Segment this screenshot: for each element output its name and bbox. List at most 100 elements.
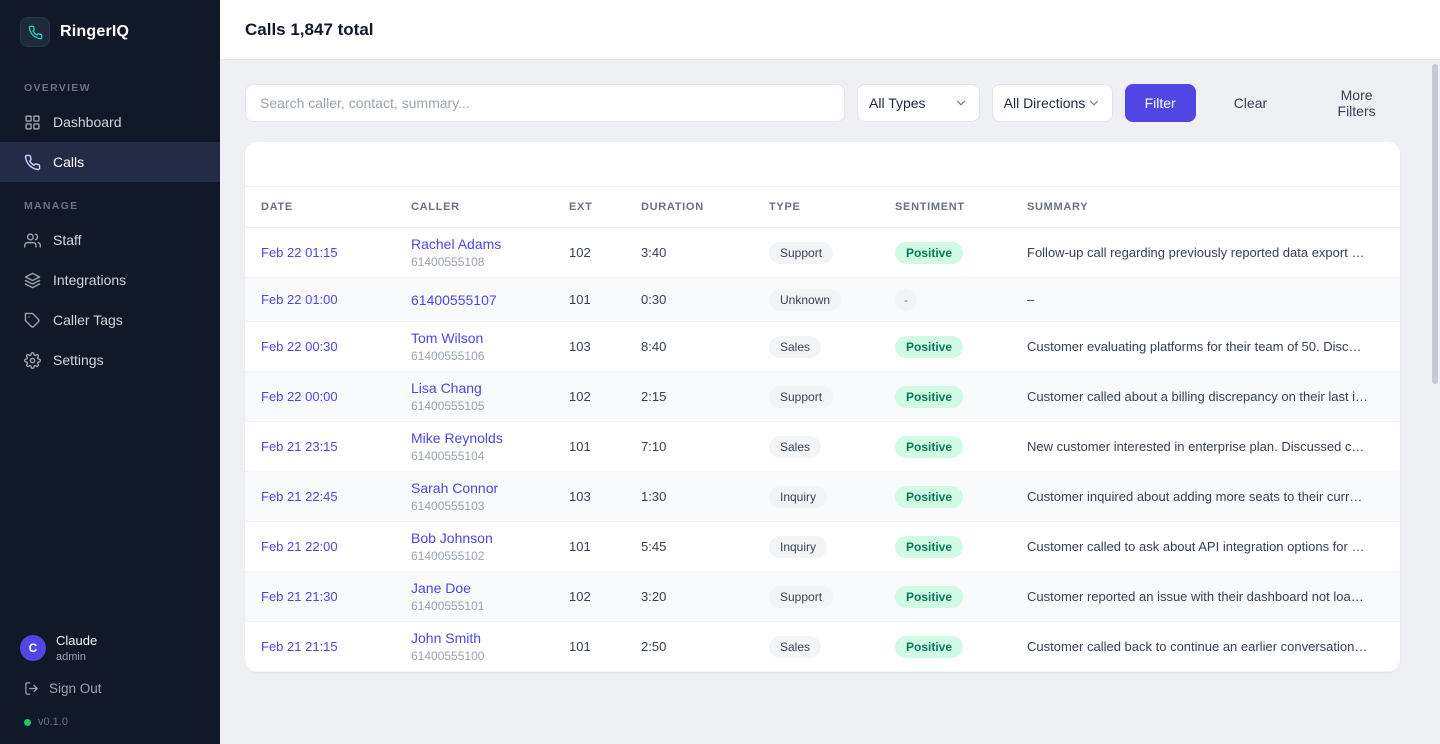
- table-row[interactable]: Feb 21 23:15 Mike Reynolds 61400555104 1…: [245, 422, 1400, 472]
- call-type-badge: Sales: [769, 336, 821, 358]
- caller-link[interactable]: John Smith: [411, 630, 537, 646]
- call-date-cell: Feb 21 23:15: [245, 422, 395, 472]
- chevron-down-icon: [1087, 96, 1101, 110]
- clear-button[interactable]: Clear: [1222, 84, 1279, 122]
- caller-phone: 61400555105: [411, 399, 537, 413]
- call-ext: 103: [553, 472, 625, 522]
- table-toolbar: [245, 142, 1400, 186]
- sidebar-item-settings[interactable]: Settings: [0, 340, 220, 380]
- call-date-link[interactable]: Feb 21 22:45: [261, 489, 338, 504]
- sidebar-item-caller-tags[interactable]: Caller Tags: [0, 300, 220, 340]
- call-date-link[interactable]: Feb 21 21:30: [261, 589, 338, 604]
- sidebar-item-integrations[interactable]: Integrations: [0, 260, 220, 300]
- call-summary: New customer interested in enterprise pl…: [1011, 422, 1400, 472]
- caller-link[interactable]: 61400555107: [411, 292, 537, 308]
- sign-out-button[interactable]: Sign Out: [0, 669, 220, 708]
- caller-phone: 61400555106: [411, 349, 537, 363]
- scrollbar-thumb[interactable]: [1432, 64, 1438, 384]
- caller-phone: 61400555104: [411, 449, 537, 463]
- type-filter-select[interactable]: All Types: [857, 84, 980, 122]
- sign-out-label: Sign Out: [49, 681, 102, 696]
- call-date-link[interactable]: Feb 21 22:00: [261, 539, 338, 554]
- nav-section-overview: OVERVIEW: [0, 64, 220, 102]
- caller-phone: 61400555103: [411, 499, 537, 513]
- app-name: RingerIQ: [60, 23, 129, 41]
- call-sentiment-cell: Positive: [879, 522, 1011, 572]
- call-type-badge: Unknown: [769, 289, 841, 311]
- call-date-link[interactable]: Feb 21 21:15: [261, 639, 338, 654]
- user-profile[interactable]: C Claude admin: [0, 619, 220, 669]
- call-caller-cell: Bob Johnson 61400555102: [395, 522, 553, 572]
- nav-section-manage: MANAGE: [0, 182, 220, 220]
- sentiment-badge: Positive: [895, 586, 963, 608]
- direction-filter-select[interactable]: All Directions: [992, 84, 1113, 122]
- more-filters-button[interactable]: More Filters: [1313, 84, 1400, 122]
- call-type-cell: Sales: [753, 422, 879, 472]
- call-summary: Follow-up call regarding previously repo…: [1011, 228, 1400, 278]
- table-row[interactable]: Feb 21 21:15 John Smith 61400555100 101 …: [245, 622, 1400, 672]
- gear-icon: [24, 352, 41, 369]
- call-date-link[interactable]: Feb 22 00:30: [261, 339, 338, 354]
- chevron-down-icon: [954, 96, 968, 110]
- call-summary: Customer inquired about adding more seat…: [1011, 472, 1400, 522]
- grid-icon: [24, 114, 41, 131]
- call-sentiment-cell: Positive: [879, 422, 1011, 472]
- call-duration: 3:40: [625, 228, 753, 278]
- table-row[interactable]: Feb 22 01:15 Rachel Adams 61400555108 10…: [245, 228, 1400, 278]
- call-date-link[interactable]: Feb 22 00:00: [261, 389, 338, 404]
- layers-icon: [24, 272, 41, 289]
- column-header: SENTIMENT: [879, 187, 1011, 228]
- call-caller-cell: Mike Reynolds 61400555104: [395, 422, 553, 472]
- call-type-badge: Support: [769, 586, 833, 608]
- call-sentiment-cell: -: [879, 278, 1011, 322]
- call-ext: 102: [553, 372, 625, 422]
- table-row[interactable]: Feb 22 00:00 Lisa Chang 61400555105 102 …: [245, 372, 1400, 422]
- call-duration: 2:15: [625, 372, 753, 422]
- call-date-link[interactable]: Feb 21 23:15: [261, 439, 338, 454]
- call-date-link[interactable]: Feb 22 01:00: [261, 292, 338, 307]
- column-header: DURATION: [625, 187, 753, 228]
- caller-link[interactable]: Jane Doe: [411, 580, 537, 596]
- caller-link[interactable]: Tom Wilson: [411, 330, 537, 346]
- calls-table-card: DATECALLEREXTDURATIONTYPESENTIMENTSUMMAR…: [245, 142, 1400, 672]
- table-row[interactable]: Feb 22 00:30 Tom Wilson 61400555106 103 …: [245, 322, 1400, 372]
- user-name: Claude: [56, 633, 97, 649]
- call-duration: 7:10: [625, 422, 753, 472]
- phone-icon: [24, 154, 41, 171]
- caller-link[interactable]: Sarah Connor: [411, 480, 537, 496]
- call-date-cell: Feb 22 00:30: [245, 322, 395, 372]
- status-dot: [24, 719, 31, 726]
- call-ext: 101: [553, 622, 625, 672]
- sidebar-item-dashboard[interactable]: Dashboard: [0, 102, 220, 142]
- table-row[interactable]: Feb 22 01:00 61400555107 101 0:30 Unknow…: [245, 278, 1400, 322]
- call-type-badge: Sales: [769, 636, 821, 658]
- caller-link[interactable]: Rachel Adams: [411, 236, 537, 252]
- call-ext: 101: [553, 422, 625, 472]
- user-role: admin: [56, 651, 97, 663]
- sentiment-badge: Positive: [895, 386, 963, 408]
- caller-link[interactable]: Bob Johnson: [411, 530, 537, 546]
- caller-link[interactable]: Lisa Chang: [411, 380, 537, 396]
- sentiment-badge: Positive: [895, 242, 963, 264]
- call-date-link[interactable]: Feb 22 01:15: [261, 245, 338, 260]
- sidebar-item-calls[interactable]: Calls: [0, 142, 220, 182]
- call-type-cell: Sales: [753, 622, 879, 672]
- sentiment-badge: Positive: [895, 336, 963, 358]
- app-logo: RingerIQ: [0, 0, 220, 64]
- sidebar: RingerIQ OVERVIEW Dashboard Calls MANAGE…: [0, 0, 220, 744]
- table-row[interactable]: Feb 21 21:30 Jane Doe 61400555101 102 3:…: [245, 572, 1400, 622]
- page-header: Calls 1,847 total: [220, 0, 1440, 60]
- caller-phone: 61400555101: [411, 599, 537, 613]
- call-sentiment-cell: Positive: [879, 322, 1011, 372]
- call-summary: Customer evaluating platforms for their …: [1011, 322, 1400, 372]
- call-duration: 8:40: [625, 322, 753, 372]
- table-row[interactable]: Feb 21 22:45 Sarah Connor 61400555103 10…: [245, 472, 1400, 522]
- call-summary: –: [1011, 278, 1400, 322]
- filter-button[interactable]: Filter: [1125, 84, 1196, 122]
- table-row[interactable]: Feb 21 22:00 Bob Johnson 61400555102 101…: [245, 522, 1400, 572]
- caller-link[interactable]: Mike Reynolds: [411, 430, 537, 446]
- call-type-cell: Support: [753, 372, 879, 422]
- sidebar-item-staff[interactable]: Staff: [0, 220, 220, 260]
- search-input[interactable]: [245, 84, 845, 122]
- avatar: C: [20, 635, 46, 661]
